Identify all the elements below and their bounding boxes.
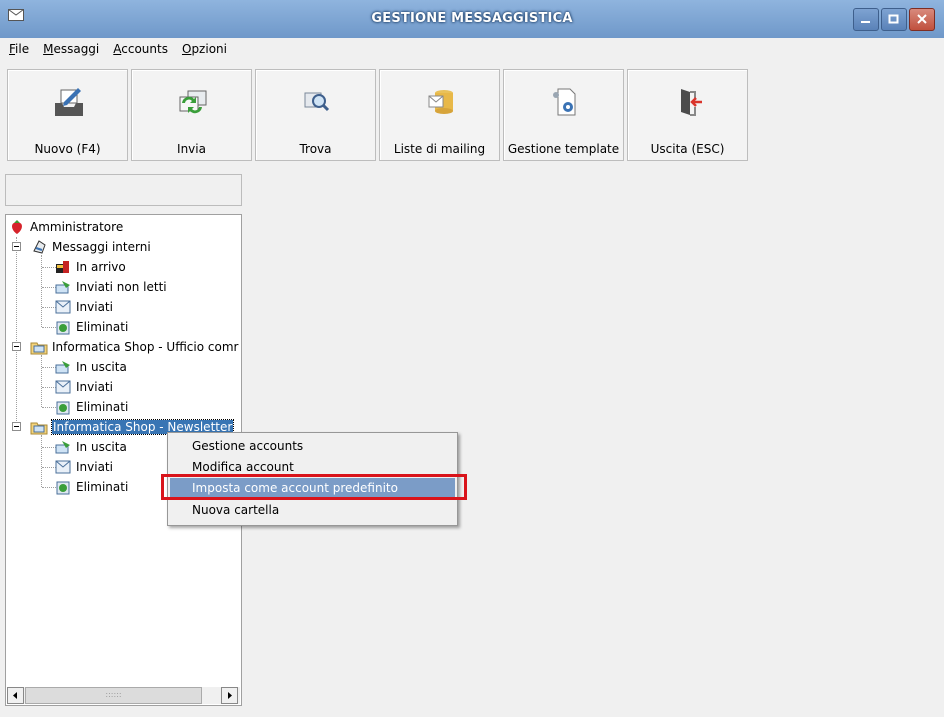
folder-label: Inviati xyxy=(76,300,113,314)
find-label: Trova xyxy=(299,142,332,156)
recycle-bin-icon xyxy=(56,321,70,335)
mailing-list-button[interactable]: Liste di mailing xyxy=(379,69,500,161)
menu-messaggi[interactable]: Messaggi xyxy=(43,42,99,56)
tree-folder-in-arrivo[interactable]: In arrivo xyxy=(54,258,126,276)
sent-icon xyxy=(55,380,71,394)
template-label: Gestione template xyxy=(507,142,620,156)
scroll-right-button[interactable] xyxy=(221,687,238,704)
template-gear-icon xyxy=(553,88,576,116)
tree-folder-in-uscita[interactable]: In uscita xyxy=(54,438,127,456)
folder-label: In uscita xyxy=(76,360,127,374)
sent-icon xyxy=(55,460,71,474)
tree-root-label: Amministratore xyxy=(30,220,124,234)
folder-label: In arrivo xyxy=(76,260,126,274)
mailing-list-icon xyxy=(428,90,453,114)
sent-icon xyxy=(55,300,71,314)
expander-messaggi-interni[interactable] xyxy=(12,242,21,251)
menu-bar: File Messaggi Accounts Opzioni xyxy=(0,38,944,60)
menu-file[interactable]: File xyxy=(9,42,29,56)
sent-unread-icon xyxy=(55,281,70,294)
highlight-callout xyxy=(161,474,467,500)
folder-label: Eliminati xyxy=(76,400,129,414)
find-icon xyxy=(304,92,330,112)
tree-folder-inviati[interactable]: Inviati xyxy=(54,458,113,476)
tree-folder-in-uscita[interactable]: In uscita xyxy=(54,358,127,376)
tree-line xyxy=(16,237,17,427)
exit-label: Uscita (ESC) xyxy=(650,142,725,156)
folder-label: Inviati xyxy=(76,380,113,394)
menu-item-nuova-cartella[interactable]: Nuova cartella xyxy=(170,500,455,521)
search-input[interactable] xyxy=(5,174,242,206)
expander-newsletter[interactable] xyxy=(12,422,21,431)
mailing-list-label: Liste di mailing xyxy=(393,142,486,156)
new-message-button[interactable]: Nuovo (F4) xyxy=(7,69,128,161)
template-button[interactable]: Gestione template xyxy=(503,69,624,161)
tree-folder-eliminati[interactable]: Eliminati xyxy=(54,318,128,336)
recycle-bin-icon xyxy=(56,401,70,415)
folder-label: Inviati xyxy=(76,460,113,474)
account-bell-icon xyxy=(33,240,46,254)
find-button[interactable]: Trova xyxy=(255,69,376,161)
tree-account-messaggi-interni[interactable]: Messaggi interni xyxy=(30,238,151,256)
folder-label: In uscita xyxy=(76,440,127,454)
arrow-left-icon xyxy=(13,692,17,699)
outbox-icon xyxy=(55,441,70,454)
send-label: Invia xyxy=(177,142,206,156)
scroll-thumb[interactable]: :::::: xyxy=(25,687,202,704)
tree-folder-inviati[interactable]: Inviati xyxy=(54,378,113,396)
folder-label: Eliminati xyxy=(76,320,129,334)
new-message-label: Nuovo (F4) xyxy=(34,142,101,156)
minimize-button[interactable] xyxy=(853,8,879,31)
folder-label: Inviati non letti xyxy=(76,280,167,294)
strawberry-icon xyxy=(12,220,22,234)
account-label: Messaggi interni xyxy=(52,240,151,254)
tree-folder-eliminati[interactable]: Eliminati xyxy=(54,398,128,416)
menu-item-gestione-accounts[interactable]: Gestione accounts xyxy=(170,436,455,457)
minimize-icon xyxy=(861,21,870,23)
exit-button[interactable]: Uscita (ESC) xyxy=(627,69,748,161)
menu-opzioni[interactable]: Opzioni xyxy=(182,42,227,56)
title-bar: GESTIONE MESSAGGISTICA xyxy=(0,0,944,39)
tree-line xyxy=(41,435,42,487)
tree-account-ufficio[interactable]: Informatica Shop - Ufficio comr xyxy=(30,338,238,356)
arrow-right-icon xyxy=(228,692,232,699)
tree-line xyxy=(41,355,42,407)
scroll-left-button[interactable] xyxy=(7,687,24,704)
tree-folder-inviati-non-letti[interactable]: Inviati non letti xyxy=(54,278,167,296)
send-icon xyxy=(179,90,207,114)
account-folder-icon xyxy=(30,422,48,435)
tree-folder-inviati[interactable]: Inviati xyxy=(54,298,113,316)
send-button[interactable]: Invia xyxy=(131,69,252,161)
window-controls xyxy=(853,8,935,31)
menu-accounts[interactable]: Accounts xyxy=(113,42,168,56)
tree-root[interactable]: Amministratore xyxy=(8,218,123,236)
account-folder-icon xyxy=(30,342,48,355)
folder-label: Eliminati xyxy=(76,480,129,494)
close-icon xyxy=(917,14,927,24)
new-message-icon xyxy=(55,88,83,116)
toolbar: Nuovo (F4) Invia Trova Liste di mailing … xyxy=(7,69,748,161)
horizontal-scrollbar[interactable]: :::::: xyxy=(7,687,240,704)
close-button[interactable] xyxy=(909,8,935,31)
tree-folder-eliminati[interactable]: Eliminati xyxy=(54,478,128,496)
exit-door-icon xyxy=(681,89,702,116)
maximize-icon xyxy=(888,14,899,24)
tree-line xyxy=(41,255,42,327)
expander-ufficio[interactable] xyxy=(12,342,21,351)
window-title: GESTIONE MESSAGGISTICA xyxy=(371,11,573,26)
maximize-button[interactable] xyxy=(881,8,907,31)
inbox-icon xyxy=(56,261,69,273)
account-label: Informatica Shop - Ufficio comr xyxy=(52,340,239,354)
recycle-bin-icon xyxy=(56,481,70,495)
outbox-icon xyxy=(55,361,70,374)
